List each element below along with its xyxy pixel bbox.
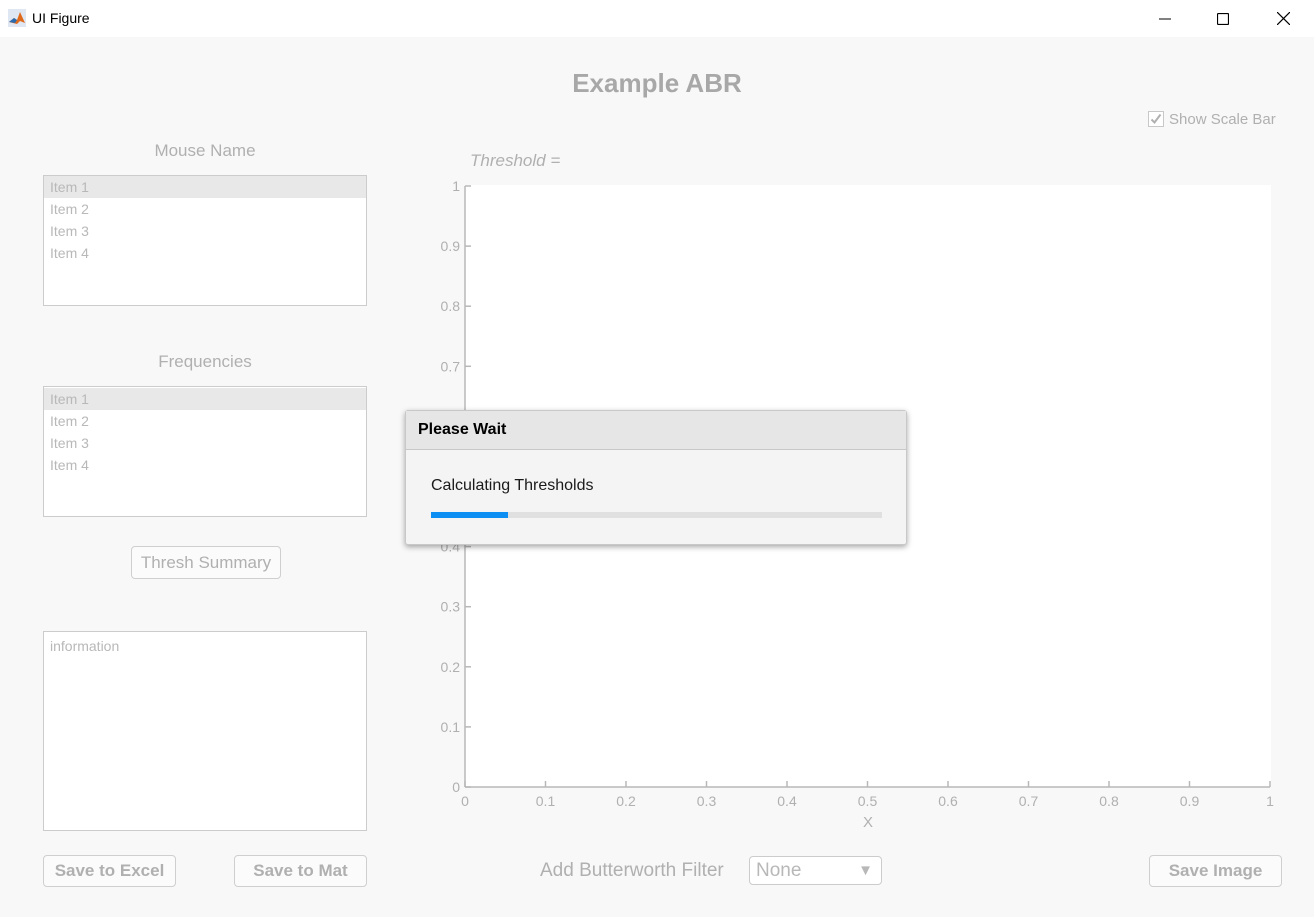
frequencies-label: Frequencies <box>158 352 252 371</box>
x-tick-label: 0.6 <box>938 793 958 809</box>
x-tick-label: 0.7 <box>1019 793 1039 809</box>
x-tick-label: 0.9 <box>1180 793 1200 809</box>
list-item[interactable]: Item 3 <box>44 432 366 454</box>
minimize-icon <box>1159 18 1171 19</box>
list-item[interactable]: Item 4 <box>44 454 366 476</box>
x-tick-label: 0.8 <box>1099 793 1119 809</box>
mouse-name-label: Mouse Name <box>154 141 256 160</box>
list-item[interactable]: Item 3 <box>44 220 366 242</box>
save-to-excel-button[interactable]: Save to Excel <box>43 855 176 887</box>
y-tick-label: 0.9 <box>441 238 461 254</box>
x-tick-label: 0.1 <box>536 793 556 809</box>
progress-dialog: Please Wait Calculating Thresholds <box>405 410 907 545</box>
x-tick-label: 0.3 <box>697 793 717 809</box>
y-tick-label: 0 <box>452 779 460 795</box>
thresh-summary-button[interactable]: Thresh Summary <box>131 546 281 579</box>
y-tick-label: 0.2 <box>441 659 461 675</box>
save-to-mat-button[interactable]: Save to Mat <box>234 855 367 887</box>
list-item[interactable]: Item 2 <box>44 198 366 220</box>
window-titlebar: UI Figure <box>0 0 1314 37</box>
y-tick-label: 0.7 <box>441 358 461 374</box>
close-button[interactable] <box>1260 0 1306 37</box>
frequencies-listbox[interactable]: Item 1 Item 2 Item 3 Item 4 <box>43 386 367 517</box>
dropdown-value: None <box>756 860 802 881</box>
list-item[interactable]: Item 4 <box>44 242 366 264</box>
dialog-message: Calculating Thresholds <box>431 477 594 494</box>
butterworth-filter-label: Add Butterworth Filter <box>540 860 724 881</box>
matlab-logo-icon <box>8 9 26 27</box>
information-textarea[interactable]: information <box>43 631 367 831</box>
x-tick-label: 0 <box>461 793 469 809</box>
checkbox-box[interactable] <box>1148 111 1164 127</box>
x-tick-label: 0.5 <box>858 793 878 809</box>
maximize-icon <box>1217 12 1229 25</box>
checkmark-icon <box>1150 113 1162 125</box>
figure-title: Example ABR <box>572 68 742 98</box>
progress-bar <box>431 512 882 518</box>
y-tick-label: 0.1 <box>441 719 461 735</box>
save-image-button[interactable]: Save Image <box>1149 855 1282 887</box>
show-scale-bar-checkbox[interactable]: Show Scale Bar <box>1148 109 1276 129</box>
y-tick-label: 0.3 <box>441 599 461 615</box>
progress-bar-fill <box>431 512 508 518</box>
dialog-header: Please Wait <box>406 411 906 450</box>
dropdown-arrow-icon: ▼ <box>858 862 873 879</box>
window-title: UI Figure <box>32 10 90 26</box>
dialog-title: Please Wait <box>418 421 507 438</box>
x-tick-label: 0.2 <box>616 793 636 809</box>
list-item[interactable]: Item 1 <box>44 388 366 410</box>
list-item[interactable]: Item 2 <box>44 410 366 432</box>
x-tick-label: 0.4 <box>777 793 797 809</box>
maximize-button[interactable] <box>1200 0 1246 37</box>
threshold-label: Threshold = <box>470 151 561 170</box>
minimize-button[interactable] <box>1142 0 1188 37</box>
show-scale-bar-label: Show Scale Bar <box>1169 110 1276 128</box>
butterworth-filter-dropdown[interactable]: None ▼ <box>749 856 882 885</box>
x-tick-label: 1 <box>1266 793 1274 809</box>
list-item[interactable]: Item 1 <box>44 176 366 198</box>
y-tick-label: 1 <box>452 178 460 194</box>
mouse-name-listbox[interactable]: Item 1 Item 2 Item 3 Item 4 <box>43 175 367 306</box>
close-icon <box>1276 12 1290 25</box>
x-axis-label: X <box>863 814 873 831</box>
y-tick-label: 0.8 <box>441 298 461 314</box>
